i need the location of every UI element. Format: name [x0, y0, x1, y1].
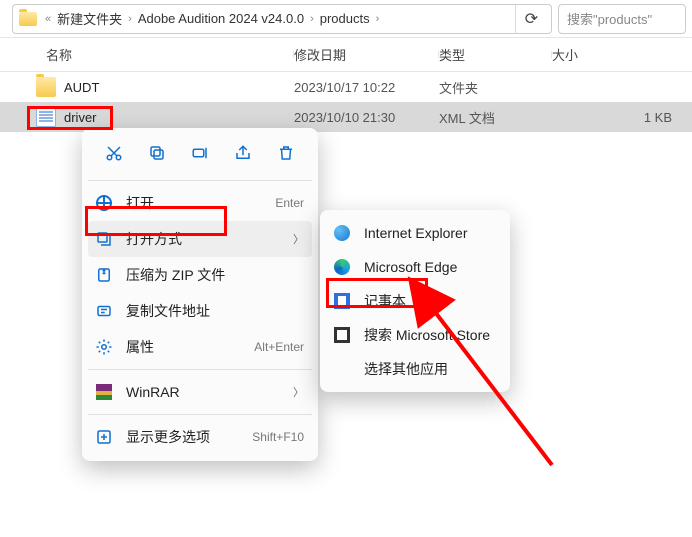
props-icon: [94, 337, 114, 357]
xml-file-icon: [36, 107, 56, 127]
menu-label: 打开方式: [126, 229, 293, 249]
file-date: 2023/10/17 10:22: [294, 80, 439, 95]
edge-icon: [332, 257, 352, 277]
notepad-icon: [332, 291, 352, 311]
chevron-right-icon: ›: [376, 13, 380, 25]
menu-item-properties[interactable]: 属性 Alt+Enter: [88, 329, 312, 365]
open-with-submenu: Internet Explorer Microsoft Edge 记事本 搜索 …: [320, 210, 510, 392]
submenu-item-edge[interactable]: Microsoft Edge: [326, 250, 504, 284]
menu-label: 压缩为 ZIP 文件: [126, 265, 304, 285]
submenu-item-choose-other[interactable]: 选择其他应用: [326, 352, 504, 386]
ie-icon: [332, 223, 352, 243]
copypath-icon: [94, 301, 114, 321]
store-icon: [332, 325, 352, 345]
file-name: AUDT: [64, 80, 294, 95]
file-row-folder[interactable]: AUDT 2023/10/17 10:22 文件夹: [0, 72, 692, 102]
submenu-label: Internet Explorer: [364, 225, 496, 241]
column-header-date[interactable]: 修改日期: [294, 45, 439, 64]
menu-accelerator: Shift+F10: [252, 430, 304, 444]
chevron-right-icon: ›: [128, 13, 132, 25]
search-input[interactable]: 搜索"products": [558, 4, 686, 34]
delete-icon[interactable]: [273, 140, 299, 166]
menu-label: 复制文件地址: [126, 301, 304, 321]
chevron-right-icon: 〉: [293, 384, 304, 400]
context-menu-toolbar: [88, 134, 312, 176]
menu-label: 打开: [126, 193, 275, 213]
winrar-icon: [94, 382, 114, 402]
search-placeholder: 搜索"products": [567, 9, 652, 28]
menu-label: 属性: [126, 337, 254, 357]
rename-icon[interactable]: [187, 140, 213, 166]
share-icon[interactable]: [230, 140, 256, 166]
menu-item-open-with[interactable]: 打开方式 〉: [88, 221, 312, 257]
menu-item-compress-zip[interactable]: 压缩为 ZIP 文件: [88, 257, 312, 293]
copy-icon[interactable]: [144, 140, 170, 166]
column-header-size[interactable]: 大小: [552, 45, 692, 64]
file-date: 2023/10/10 21:30: [294, 110, 439, 125]
chevron-right-icon: ›: [310, 13, 314, 25]
submenu-item-notepad[interactable]: 记事本: [326, 284, 504, 318]
menu-item-open[interactable]: 打开 Enter: [88, 185, 312, 221]
menu-label: 显示更多选项: [126, 427, 252, 447]
breadcrumb[interactable]: « 新建文件夹 › Adobe Audition 2024 v24.0.0 › …: [12, 4, 552, 34]
column-header-type[interactable]: 类型: [439, 45, 552, 64]
chevron-right-icon: 〉: [293, 231, 304, 247]
zip-icon: [94, 265, 114, 285]
menu-item-show-more[interactable]: 显示更多选项 Shift+F10: [88, 419, 312, 455]
submenu-item-ie[interactable]: Internet Explorer: [326, 216, 504, 250]
globe-icon: [94, 193, 114, 213]
openwith-icon: [94, 229, 114, 249]
submenu-label: 选择其他应用: [364, 359, 496, 379]
menu-item-copy-path[interactable]: 复制文件地址: [88, 293, 312, 329]
context-menu: 打开 Enter 打开方式 〉 压缩为 ZIP 文件 复制文件地址 属性 Alt…: [82, 128, 318, 461]
file-type: 文件夹: [439, 78, 552, 97]
submenu-label: 记事本: [364, 291, 496, 311]
menu-label: WinRAR: [126, 384, 293, 400]
cut-icon[interactable]: [101, 140, 127, 166]
menu-accelerator: Enter: [275, 196, 304, 210]
submenu-label: 搜索 Microsoft Store: [364, 325, 496, 345]
address-bar-row: « 新建文件夹 › Adobe Audition 2024 v24.0.0 › …: [0, 0, 692, 38]
menu-item-winrar[interactable]: WinRAR 〉: [88, 374, 312, 410]
breadcrumb-item[interactable]: 新建文件夹: [57, 9, 122, 28]
refresh-button[interactable]: ⟳: [515, 5, 547, 33]
column-header-name[interactable]: 名称: [0, 45, 294, 64]
submenu-label: Microsoft Edge: [364, 259, 496, 275]
folder-icon: [19, 12, 37, 26]
breadcrumb-prefix: «: [45, 13, 51, 25]
folder-icon: [36, 77, 56, 97]
breadcrumb-item[interactable]: Adobe Audition 2024 v24.0.0: [138, 11, 304, 26]
breadcrumb-item[interactable]: products: [320, 11, 370, 26]
file-name: driver: [64, 110, 294, 125]
column-headers: 名称 修改日期 类型 大小: [0, 38, 692, 72]
file-type: XML 文档: [439, 108, 552, 127]
file-size: 1 KB: [552, 110, 692, 125]
menu-accelerator: Alt+Enter: [254, 340, 304, 354]
submenu-item-store[interactable]: 搜索 Microsoft Store: [326, 318, 504, 352]
more-icon: [94, 427, 114, 447]
